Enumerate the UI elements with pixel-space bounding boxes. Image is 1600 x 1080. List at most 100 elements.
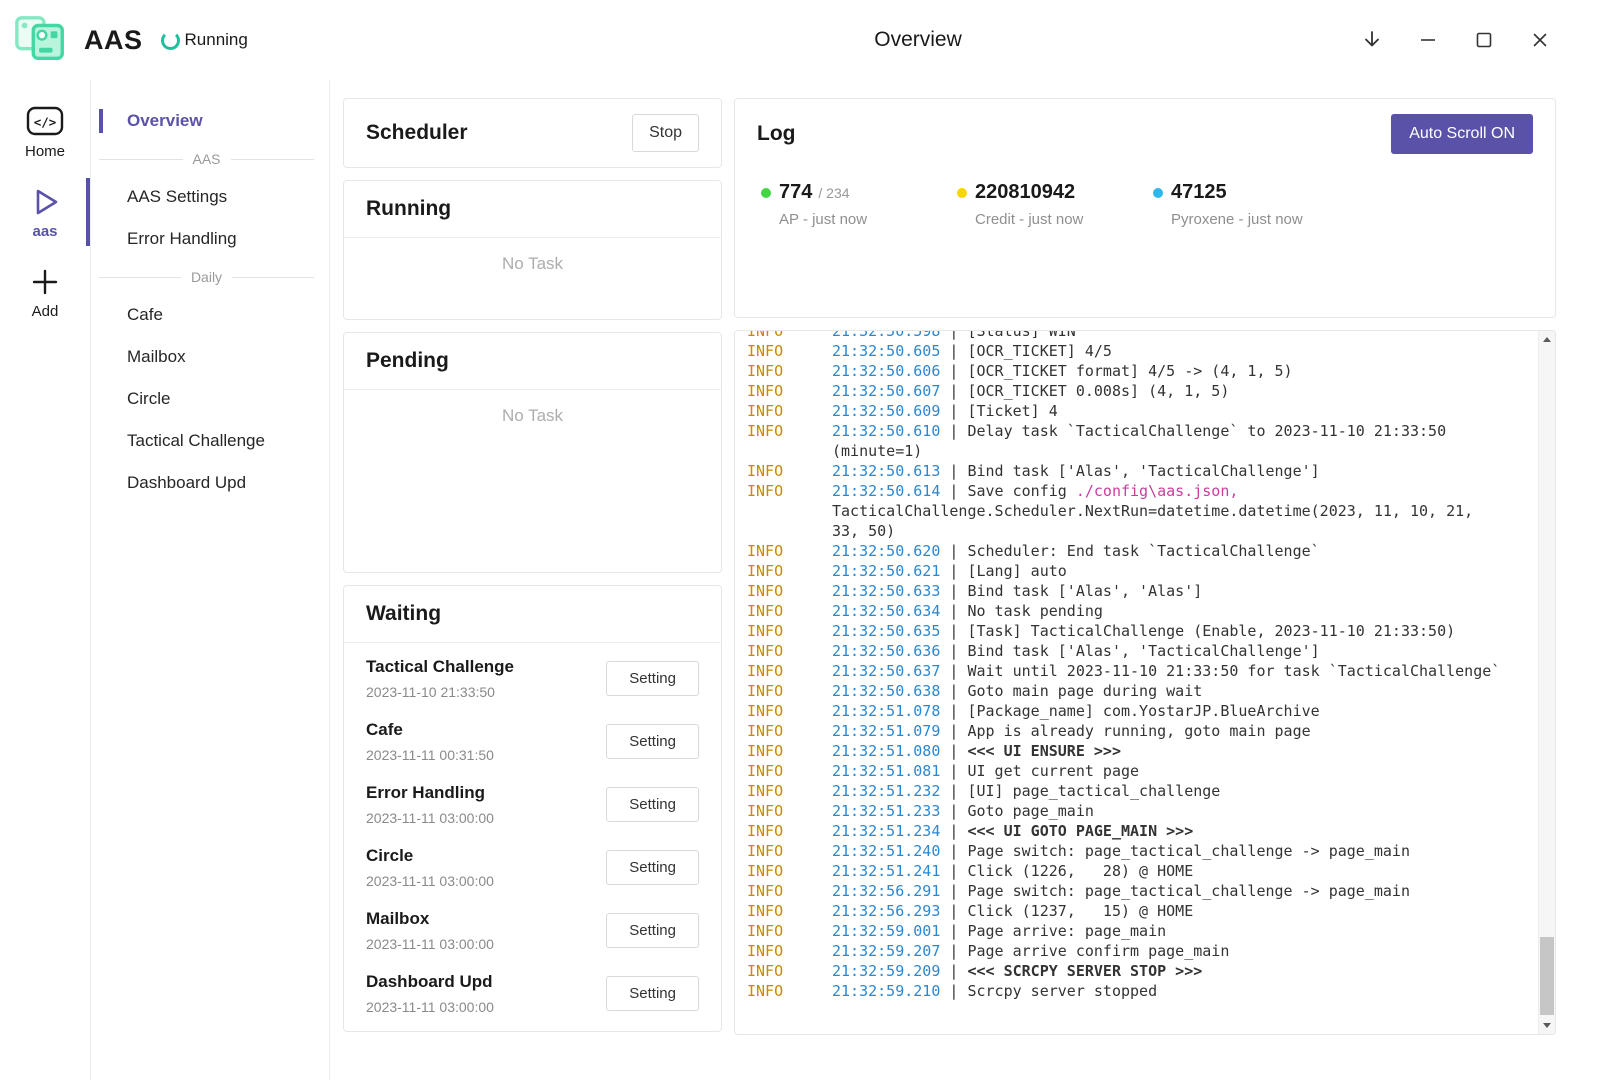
log-timestamp: 21:32:50.637 xyxy=(832,662,940,680)
nav-item-overview[interactable]: Overview xyxy=(91,100,329,142)
nav-item-dashboard-upd[interactable]: Dashboard Upd xyxy=(91,462,329,504)
stop-button[interactable]: Stop xyxy=(632,114,699,152)
stat-label: AP - just now xyxy=(761,211,957,228)
sidebar-item-aas[interactable]: aas xyxy=(0,176,90,248)
minimize-icon[interactable] xyxy=(1408,20,1448,60)
log-line: INFO21:32:56.293 | Click (1237, 15) @ HO… xyxy=(747,901,1504,921)
main-content: Scheduler Stop Running No Task Pending N… xyxy=(330,80,1600,1080)
log-text: | Page switch: page_tactical_challenge -… xyxy=(949,882,1410,900)
log-text: | Goto main page during wait xyxy=(949,682,1202,700)
task-setting-button[interactable]: Setting xyxy=(606,850,699,885)
log-timestamp: 21:32:50.621 xyxy=(832,562,940,580)
play-icon xyxy=(28,184,62,220)
log-level: INFO xyxy=(747,741,832,761)
task-setting-button[interactable]: Setting xyxy=(606,976,699,1011)
log-line: INFO21:32:50.636 | Bind task ['Alas', 'T… xyxy=(747,641,1504,661)
task-setting-button[interactable]: Setting xyxy=(606,724,699,759)
log-line: INFO21:32:50.638 | Goto main page during… xyxy=(747,681,1504,701)
log-message: 21:32:50.635 | [Task] TacticalChallenge … xyxy=(832,621,1504,641)
running-empty-text: No Task xyxy=(344,238,721,274)
log-text: | Click (1237, 15) @ HOME xyxy=(949,902,1193,920)
log-message: 21:32:50.613 | Bind task ['Alas', 'Tacti… xyxy=(832,461,1504,481)
log-viewer[interactable]: INFO21:32:50.598 | [Status] WININFO21:32… xyxy=(734,330,1556,1035)
page-title: Overview xyxy=(874,28,962,52)
nav-section-divider: Daily xyxy=(99,269,314,285)
log-timestamp: 21:32:51.079 xyxy=(832,722,940,740)
task-setting-button[interactable]: Setting xyxy=(606,661,699,696)
log-message: 21:32:50.620 | Scheduler: End task `Tact… xyxy=(832,541,1504,561)
download-icon[interactable] xyxy=(1352,20,1392,60)
log-text: | xyxy=(949,742,967,760)
log-level: INFO xyxy=(747,681,832,701)
waiting-task-row: Dashboard Upd2023-11-11 03:00:00Setting xyxy=(366,962,699,1025)
log-message: 21:32:50.605 | [OCR_TICKET] 4/5 xyxy=(832,341,1504,361)
log-level: INFO xyxy=(747,581,832,601)
nav-item-mailbox[interactable]: Mailbox xyxy=(91,336,329,378)
task-name: Cafe xyxy=(366,720,494,740)
log-timestamp: 21:32:50.606 xyxy=(832,362,940,380)
log-scroll-area[interactable]: INFO21:32:50.598 | [Status] WININFO21:32… xyxy=(735,331,1538,1034)
nav-item-error-handling[interactable]: Error Handling xyxy=(91,218,329,260)
auto-scroll-button[interactable]: Auto Scroll ON xyxy=(1391,114,1533,154)
log-timestamp: 21:32:50.607 xyxy=(832,382,940,400)
stat-dot-icon xyxy=(957,188,967,198)
scrollbar-down-arrow-icon[interactable] xyxy=(1539,1017,1555,1034)
log-text: | [OCR_TICKET format] 4/5 -> (4, 1, 5) xyxy=(949,362,1292,380)
log-timestamp: 21:32:51.233 xyxy=(832,802,940,820)
nav-item-tactical-challenge[interactable]: Tactical Challenge xyxy=(91,420,329,462)
log-line: INFO21:32:51.079 | App is already runnin… xyxy=(747,721,1504,741)
task-info: Mailbox2023-11-11 03:00:00 xyxy=(366,909,494,952)
waiting-task-row: Tactical Challenge2023-11-10 21:33:50Set… xyxy=(366,647,699,710)
nav-item-cafe[interactable]: Cafe xyxy=(91,294,329,336)
task-setting-button[interactable]: Setting xyxy=(606,913,699,948)
log-text: | Scheduler: End task `TacticalChallenge… xyxy=(949,542,1319,560)
log-text: | Page arrive: page_main xyxy=(949,922,1166,940)
maximize-icon[interactable] xyxy=(1464,20,1504,60)
scrollbar-thumb[interactable] xyxy=(1540,937,1554,1015)
log-message: 21:32:51.080 | <<< UI ENSURE >>> xyxy=(832,741,1504,761)
sidebar-item-home[interactable]: </>Home xyxy=(0,96,90,168)
task-next-run: 2023-11-10 21:33:50 xyxy=(366,684,514,700)
stat-value: 47125 xyxy=(1171,181,1227,204)
log-level: INFO xyxy=(747,461,832,481)
nav-item-circle[interactable]: Circle xyxy=(91,378,329,420)
log-text: | App is already running, goto main page xyxy=(949,722,1310,740)
log-message: 21:32:59.001 | Page arrive: page_main xyxy=(832,921,1504,941)
log-text: | Bind task ['Alas', 'TacticalChallenge'… xyxy=(949,642,1319,660)
scrollbar-up-arrow-icon[interactable] xyxy=(1539,331,1555,348)
waiting-card: Waiting Tactical Challenge2023-11-10 21:… xyxy=(343,585,722,1032)
log-text: <<< SCRCPY SERVER STOP >>> xyxy=(967,962,1202,980)
task-setting-button[interactable]: Setting xyxy=(606,787,699,822)
log-line: INFO21:32:50.620 | Scheduler: End task `… xyxy=(747,541,1504,561)
log-text: | Page arrive confirm page_main xyxy=(949,942,1229,960)
waiting-task-list: Tactical Challenge2023-11-10 21:33:50Set… xyxy=(344,643,721,1025)
log-message: 21:32:50.607 | [OCR_TICKET 0.008s] (4, 1… xyxy=(832,381,1504,401)
log-message: 21:32:51.081 | UI get current page xyxy=(832,761,1504,781)
pending-title: Pending xyxy=(366,348,449,374)
log-message: 21:32:56.291 | Page switch: page_tactica… xyxy=(832,881,1504,901)
close-icon[interactable] xyxy=(1520,20,1560,60)
log-message: 21:32:51.079 | App is already running, g… xyxy=(832,721,1504,741)
log-line: INFO21:32:50.634 | No task pending xyxy=(747,601,1504,621)
log-text: | [Lang] auto xyxy=(949,562,1066,580)
log-message: 21:32:59.209 | <<< SCRCPY SERVER STOP >>… xyxy=(832,961,1504,981)
nav-section-divider: AAS xyxy=(99,151,314,167)
log-text: | Click (1226, 28) @ HOME xyxy=(949,862,1193,880)
waiting-task-row: Cafe2023-11-11 00:31:50Setting xyxy=(366,710,699,773)
task-name: Mailbox xyxy=(366,909,494,929)
waiting-task-row: Error Handling2023-11-11 03:00:00Setting xyxy=(366,773,699,836)
log-message: 21:32:50.621 | [Lang] auto xyxy=(832,561,1504,581)
svg-text:</>: </> xyxy=(34,115,57,130)
nav-item-aas-settings[interactable]: AAS Settings xyxy=(91,176,329,218)
waiting-task-row: Circle2023-11-11 03:00:00Setting xyxy=(366,836,699,899)
log-card: Log Auto Scroll ON 774/ 234AP - just now… xyxy=(734,98,1556,318)
log-timestamp: 21:32:56.293 xyxy=(832,902,940,920)
log-link-text: ./config\aas.json, xyxy=(1076,482,1239,500)
log-text: <<< UI ENSURE >>> xyxy=(967,742,1121,760)
titlebar: AAS Running Overview xyxy=(0,0,1600,80)
log-timestamp: 21:32:50.598 xyxy=(832,331,940,340)
stat-label: Pyroxene - just now xyxy=(1153,211,1349,228)
sidebar-item-add[interactable]: Add xyxy=(0,256,90,328)
log-timestamp: 21:32:51.078 xyxy=(832,702,940,720)
log-scrollbar[interactable] xyxy=(1538,331,1555,1034)
